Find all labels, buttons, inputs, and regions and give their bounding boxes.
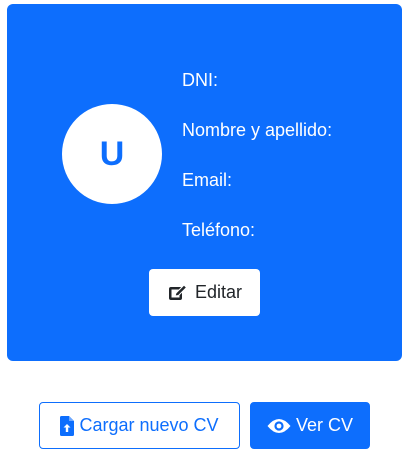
name-label: Nombre y apellido: xyxy=(182,120,333,140)
edit-button[interactable]: Editar xyxy=(149,269,260,316)
file-upload-icon xyxy=(60,415,75,436)
avatar: U xyxy=(62,104,162,204)
phone-label: Teléfono: xyxy=(182,220,256,240)
view-cv-label: Ver CV xyxy=(295,415,354,435)
email-label: Email: xyxy=(182,170,233,190)
view-cv-button[interactable]: Ver CV xyxy=(250,402,370,449)
dni-label: DNI: xyxy=(182,70,218,90)
upload-cv-button[interactable]: Cargar nuevo CV xyxy=(39,402,240,449)
profile-card: U DNI: Nombre y apellido: Email: Teléfon… xyxy=(7,4,402,361)
upload-cv-label: Cargar nuevo CV xyxy=(79,415,219,435)
pen-to-square-icon xyxy=(167,283,189,303)
eye-icon xyxy=(267,418,291,434)
avatar-initial: U xyxy=(99,134,125,173)
edit-button-label: Editar xyxy=(194,282,243,302)
